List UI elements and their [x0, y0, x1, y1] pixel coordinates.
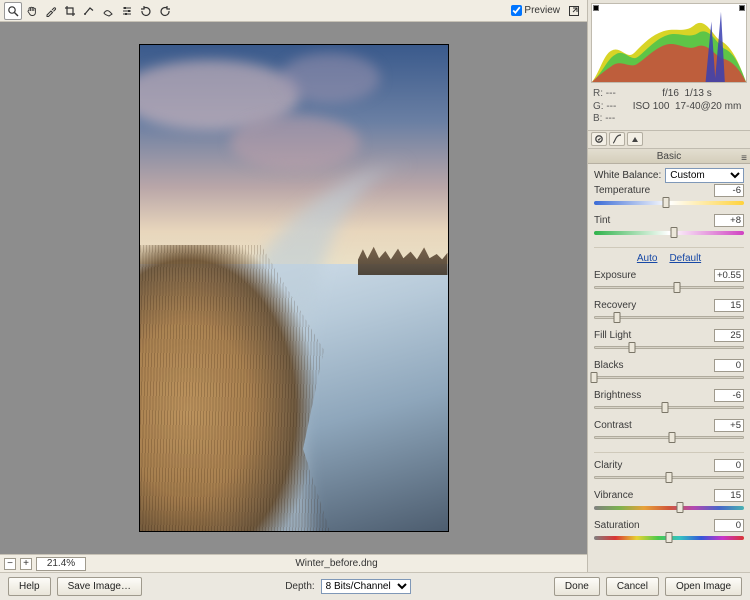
preferences-icon[interactable] [118, 2, 136, 20]
default-link[interactable]: Default [669, 253, 701, 264]
image-preview [139, 44, 449, 532]
vibrance-value[interactable]: 15 [714, 489, 744, 502]
blacks-slider[interactable] [594, 376, 744, 379]
filllight-value[interactable]: 25 [714, 329, 744, 342]
zoom-out-button[interactable]: − [4, 558, 16, 570]
exposure-value[interactable]: +0.55 [714, 269, 744, 282]
shadow-clip-indicator[interactable] [593, 5, 599, 11]
zoom-level[interactable]: 21.4% [36, 557, 86, 571]
temperature-label: Temperature [594, 185, 710, 196]
filllight-label: Fill Light [594, 330, 710, 341]
crop-tool-icon[interactable] [61, 2, 79, 20]
vibrance-label: Vibrance [594, 490, 710, 501]
exif-b: B: --- [593, 113, 623, 126]
image-canvas[interactable] [0, 22, 587, 554]
exposure-slider[interactable] [594, 286, 744, 289]
exif-readout: R: --- G: --- B: --- f/16 1/13 s ISO 100… [588, 86, 750, 131]
tab-detail-icon[interactable] [627, 132, 643, 146]
recovery-slider[interactable] [594, 316, 744, 319]
preview-checkbox-input[interactable] [511, 5, 522, 16]
done-button[interactable]: Done [554, 577, 600, 596]
panel-tabstrip [588, 131, 750, 149]
saturation-value[interactable]: 0 [714, 519, 744, 532]
eyedropper-tool-icon[interactable] [42, 2, 60, 20]
rotate-cw-icon[interactable] [156, 2, 174, 20]
retouch-tool-icon[interactable] [99, 2, 117, 20]
status-bar: − + 21.4% Winter_before.dng [0, 554, 587, 572]
temperature-value[interactable]: -6 [714, 184, 744, 197]
filename-label: Winter_before.dng [90, 558, 583, 569]
hand-tool-icon[interactable] [23, 2, 41, 20]
main-toolbar: Preview [0, 0, 587, 22]
exif-g: G: --- [593, 101, 623, 114]
basic-panel: White Balance: Custom Temperature -6 Tint… [588, 164, 750, 573]
panel-title: Basic ≡ [588, 149, 750, 164]
saturation-label: Saturation [594, 520, 710, 531]
temperature-slider[interactable] [594, 201, 744, 205]
clarity-value[interactable]: 0 [714, 459, 744, 472]
rotate-ccw-icon[interactable] [137, 2, 155, 20]
depth-label: Depth: [285, 581, 314, 592]
tint-value[interactable]: +8 [714, 214, 744, 227]
brightness-value[interactable]: -6 [714, 389, 744, 402]
brightness-label: Brightness [594, 390, 710, 401]
vibrance-slider[interactable] [594, 506, 744, 510]
recovery-label: Recovery [594, 300, 710, 311]
straighten-tool-icon[interactable] [80, 2, 98, 20]
tab-curve-icon[interactable] [609, 132, 625, 146]
contrast-slider[interactable] [594, 436, 744, 439]
histogram[interactable] [591, 3, 747, 83]
blacks-value[interactable]: 0 [714, 359, 744, 372]
clarity-slider[interactable] [594, 476, 744, 479]
filllight-slider[interactable] [594, 346, 744, 349]
white-balance-select[interactable]: Custom [665, 168, 744, 183]
zoom-in-button[interactable]: + [20, 558, 32, 570]
highlight-clip-indicator[interactable] [739, 5, 745, 11]
recovery-value[interactable]: 15 [714, 299, 744, 312]
open-image-button[interactable]: Open Image [665, 577, 742, 596]
fullscreen-toggle-icon[interactable] [565, 2, 583, 20]
tint-label: Tint [594, 215, 710, 226]
white-balance-row: White Balance: Custom [594, 168, 744, 183]
zoom-tool-icon[interactable] [4, 2, 22, 20]
blacks-label: Blacks [594, 360, 710, 371]
help-button[interactable]: Help [8, 577, 51, 596]
contrast-value[interactable]: +5 [714, 419, 744, 432]
depth-select[interactable]: 8 Bits/Channel [321, 579, 411, 594]
brightness-slider[interactable] [594, 406, 744, 409]
tint-slider[interactable] [594, 231, 744, 235]
bottom-bar: Help Save Image… Depth: 8 Bits/Channel D… [0, 572, 750, 600]
saturation-slider[interactable] [594, 536, 744, 540]
save-image-button[interactable]: Save Image… [57, 577, 142, 596]
cancel-button[interactable]: Cancel [606, 577, 659, 596]
preview-checkbox-label: Preview [524, 5, 560, 16]
preview-checkbox[interactable]: Preview [511, 5, 560, 16]
tab-basic-icon[interactable] [591, 132, 607, 146]
exposure-label: Exposure [594, 270, 710, 281]
panel-menu-icon[interactable]: ≡ [741, 151, 747, 166]
contrast-label: Contrast [594, 420, 710, 431]
exif-r: R: --- [593, 88, 623, 101]
auto-link[interactable]: Auto [637, 253, 658, 264]
clarity-label: Clarity [594, 460, 710, 471]
